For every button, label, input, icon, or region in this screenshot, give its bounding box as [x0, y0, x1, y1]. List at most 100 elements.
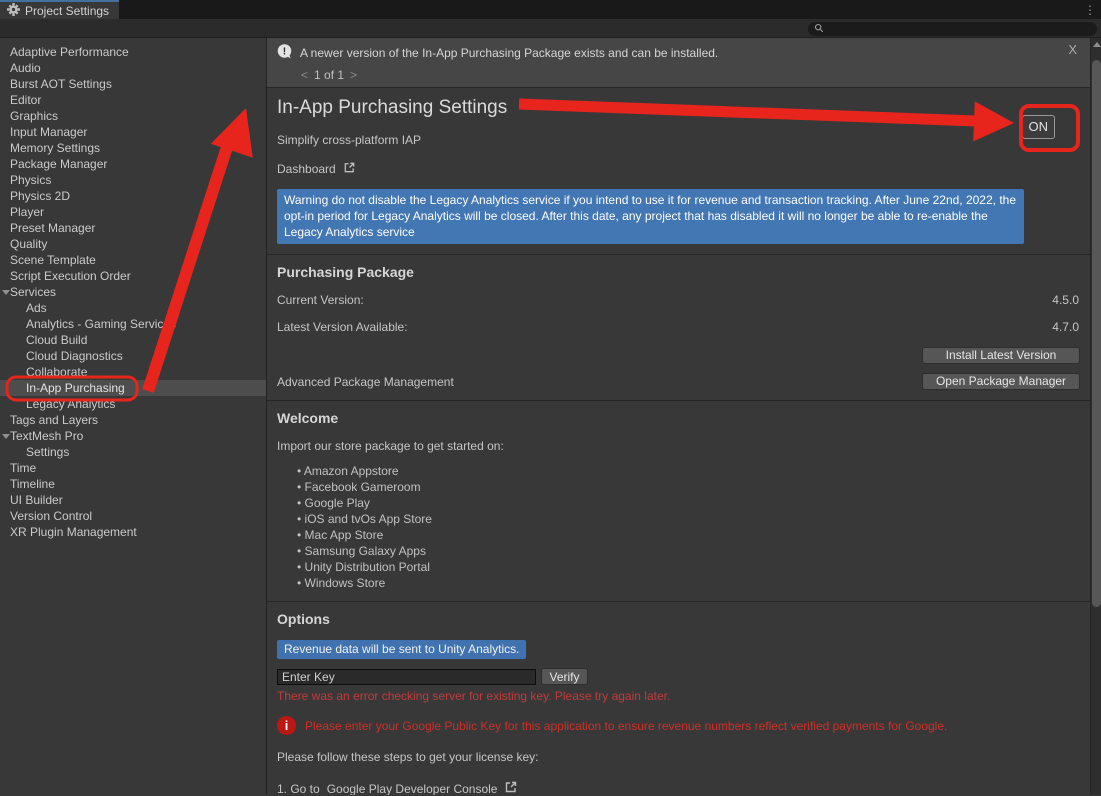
page-title: In-App Purchasing Settings — [277, 97, 1080, 119]
alert-bubble-icon: ! — [277, 44, 292, 62]
update-notification-banner: ! A newer version of the In-App Purchasi… — [267, 38, 1090, 88]
store-list-item: Mac App Store — [297, 527, 1080, 543]
scrollbar-thumb[interactable] — [1092, 60, 1101, 607]
analytics-notice-badge: Revenue data will be sent to Unity Analy… — [277, 640, 526, 659]
tab-label: Project Settings — [25, 4, 109, 18]
pager-prev-button[interactable]: < — [301, 68, 308, 82]
sidebar-item-memory-settings[interactable]: Memory Settings — [0, 140, 266, 156]
sidebar-item-editor[interactable]: Editor — [0, 92, 266, 108]
sidebar-item-ui-builder[interactable]: UI Builder — [0, 492, 266, 508]
external-link-icon — [504, 780, 518, 795]
store-list-item: Google Play — [297, 495, 1080, 511]
sidebar-item-physics[interactable]: Physics — [0, 172, 266, 188]
sidebar-item-package-manager[interactable]: Package Manager — [0, 156, 266, 172]
sidebar-item-input-manager[interactable]: Input Manager — [0, 124, 266, 140]
sidebar-item-adaptive-performance[interactable]: Adaptive Performance — [0, 44, 266, 60]
sidebar-item-physics-2d[interactable]: Physics 2D — [0, 188, 266, 204]
scroll-up-icon[interactable] — [1093, 42, 1101, 47]
sidebar-item-timeline[interactable]: Timeline — [0, 476, 266, 492]
latest-version-label: Latest Version Available: — [277, 320, 408, 334]
sidebar-item-label: TextMesh Pro — [10, 429, 83, 443]
google-key-error-text: Please enter your Google Public Key for … — [305, 716, 947, 734]
advanced-package-row: Advanced Package Management Open Package… — [277, 373, 1080, 390]
sidebar-item-textmesh-pro[interactable]: TextMesh Pro — [0, 428, 266, 444]
current-version-value: 4.5.0 — [1052, 293, 1080, 307]
store-list-item: Unity Distribution Portal — [297, 559, 1080, 575]
section-heading: Welcome — [277, 410, 1080, 426]
sidebar-item-audio[interactable]: Audio — [0, 60, 266, 76]
search-icon — [814, 20, 824, 38]
welcome-intro: Import our store package to get started … — [277, 439, 1080, 453]
close-icon[interactable]: X — [1068, 42, 1077, 57]
tab-bar: Project Settings ⋮ — [0, 0, 1101, 19]
sidebar-item-quality[interactable]: Quality — [0, 236, 266, 252]
iap-header: In-App Purchasing Settings Simplify cros… — [267, 88, 1090, 177]
section-heading: Purchasing Package — [277, 264, 1080, 280]
server-error-text: There was an error checking server for e… — [277, 689, 1080, 703]
page-subtitle: Simplify cross-platform IAP — [277, 133, 1080, 147]
sidebar-item-cloud-build[interactable]: Cloud Build — [0, 332, 266, 348]
pager-count: 1 of 1 — [314, 68, 344, 82]
vertical-scrollbar[interactable] — [1090, 38, 1101, 795]
toolbar — [0, 19, 1101, 38]
search-input[interactable] — [828, 23, 1091, 35]
sidebar-item-services[interactable]: Services — [0, 284, 266, 300]
store-list-item: Facebook Gameroom — [297, 479, 1080, 495]
sidebar-item-preset-manager[interactable]: Preset Manager — [0, 220, 266, 236]
service-toggle-on-button[interactable]: ON — [1022, 115, 1056, 139]
google-play-console-link[interactable]: Google Play Developer Console — [327, 782, 498, 796]
step-1-prefix: 1. Go to — [277, 782, 320, 796]
store-list-item: Amazon Appstore — [297, 463, 1080, 479]
sidebar-item-player[interactable]: Player — [0, 204, 266, 220]
sidebar-item-scene-template[interactable]: Scene Template — [0, 252, 266, 268]
gear-icon — [7, 3, 20, 19]
store-list-item: Samsung Galaxy Apps — [297, 543, 1080, 559]
settings-sidebar: Adaptive Performance Audio Burst AOT Set… — [0, 38, 267, 795]
steps-intro-text: Please follow these steps to get your li… — [277, 750, 1080, 764]
install-latest-version-button[interactable]: Install Latest Version — [922, 347, 1080, 364]
error-info-icon: i — [277, 716, 296, 735]
store-list: Amazon Appstore Facebook Gameroom Google… — [297, 463, 1080, 591]
options-section: Options Revenue data will be sent to Uni… — [267, 601, 1090, 795]
foldout-chevron-icon[interactable] — [2, 290, 10, 295]
foldout-chevron-icon[interactable] — [2, 434, 10, 439]
sidebar-item-burst-aot-settings[interactable]: Burst AOT Settings — [0, 76, 266, 92]
svg-text:!: ! — [283, 47, 286, 58]
main-panel: ! A newer version of the In-App Purchasi… — [267, 38, 1101, 795]
step-1-row: 1. Go to Google Play Developer Console — [277, 780, 1080, 795]
sidebar-item-textmeshpro-settings[interactable]: Settings — [0, 444, 266, 460]
dashboard-link[interactable]: Dashboard — [277, 161, 1080, 177]
sidebar-item-collaborate[interactable]: Collaborate — [0, 364, 266, 380]
sidebar-item-script-execution-order[interactable]: Script Execution Order — [0, 268, 266, 284]
current-version-row: Current Version: 4.5.0 — [277, 293, 1080, 307]
current-version-label: Current Version: — [277, 293, 364, 307]
sidebar-item-label: Services — [10, 285, 56, 299]
open-package-manager-button[interactable]: Open Package Manager — [922, 373, 1080, 390]
tab-project-settings[interactable]: Project Settings — [0, 0, 119, 19]
key-entry-row: Verify — [277, 668, 1080, 685]
google-key-error-row: i Please enter your Google Public Key fo… — [277, 716, 1080, 735]
project-settings-window: Project Settings ⋮ Adaptive Performance … — [0, 0, 1101, 796]
sidebar-item-version-control[interactable]: Version Control — [0, 508, 266, 524]
kebab-menu-icon[interactable]: ⋮ — [1079, 0, 1101, 19]
advanced-package-label: Advanced Package Management — [277, 375, 454, 389]
dashboard-link-label: Dashboard — [277, 162, 336, 176]
install-latest-row: Install Latest Version — [277, 347, 1080, 364]
latest-version-value: 4.7.0 — [1052, 320, 1080, 334]
sidebar-item-ads[interactable]: Ads — [0, 300, 266, 316]
sidebar-item-legacy-analytics[interactable]: Legacy Analytics — [0, 396, 266, 412]
sidebar-item-tags-and-layers[interactable]: Tags and Layers — [0, 412, 266, 428]
sidebar-item-time[interactable]: Time — [0, 460, 266, 476]
sidebar-item-in-app-purchasing[interactable]: In-App Purchasing — [0, 380, 266, 396]
store-list-item: Windows Store — [297, 575, 1080, 591]
google-key-input[interactable] — [277, 669, 536, 685]
search-box[interactable] — [808, 22, 1097, 36]
latest-version-row: Latest Version Available: 4.7.0 — [277, 320, 1080, 334]
sidebar-item-analytics-gaming-services[interactable]: Analytics - Gaming Services — [0, 316, 266, 332]
verify-button[interactable]: Verify — [541, 668, 588, 685]
pager-next-button[interactable]: > — [350, 68, 357, 82]
sidebar-item-cloud-diagnostics[interactable]: Cloud Diagnostics — [0, 348, 266, 364]
sidebar-item-graphics[interactable]: Graphics — [0, 108, 266, 124]
purchasing-package-section: Purchasing Package Current Version: 4.5.… — [267, 254, 1090, 390]
sidebar-item-xr-plugin-management[interactable]: XR Plugin Management — [0, 524, 266, 540]
